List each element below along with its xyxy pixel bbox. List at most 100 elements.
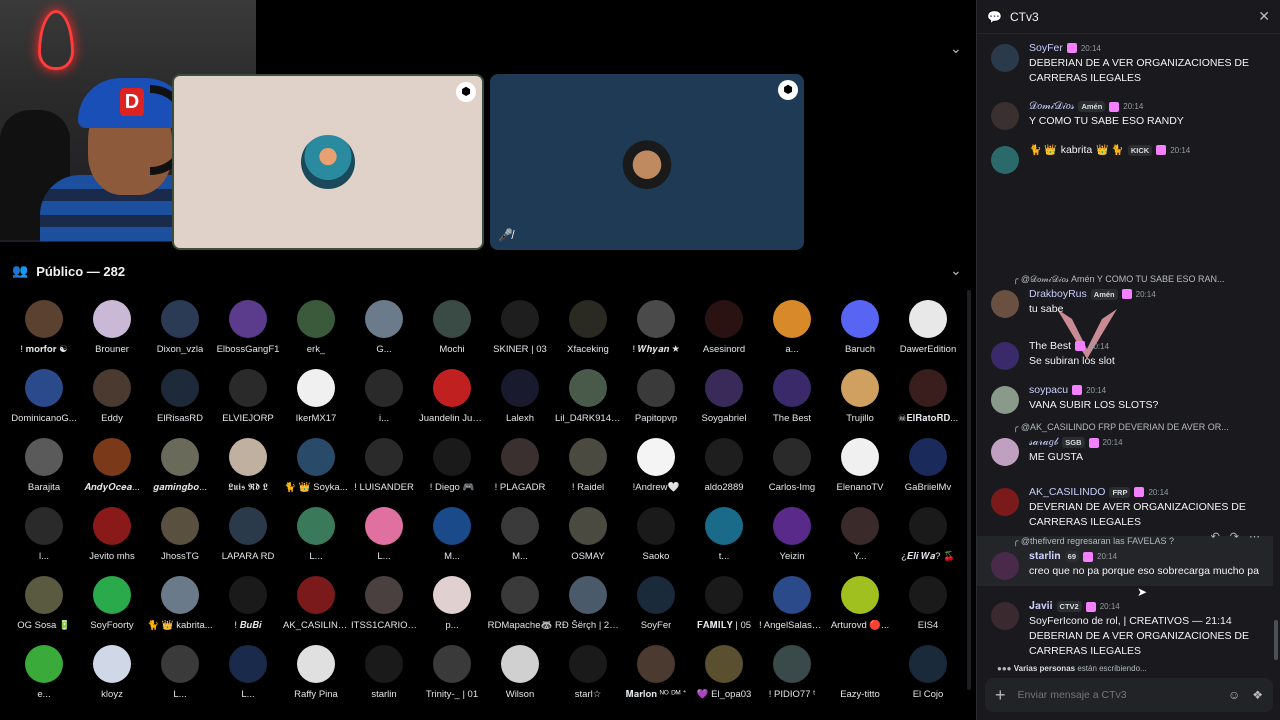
audience-member[interactable]: t... — [690, 507, 758, 572]
audience-member[interactable]: ! AngelSalasRD — [758, 576, 826, 641]
message-author[interactable]: The Best — [1029, 340, 1071, 352]
audience-member[interactable]: JhossTG — [146, 507, 214, 572]
audience-member[interactable]: DominicanoG... — [10, 369, 78, 434]
audience-member[interactable]: RDMapache🦝 — [486, 576, 554, 641]
audience-member[interactable]: El Cojo — [894, 645, 962, 710]
audience-member[interactable]: L... — [146, 645, 214, 710]
audience-member[interactable]: EIS4 — [894, 576, 962, 641]
audience-member[interactable]: OSMAY — [554, 507, 622, 572]
audience-member[interactable]: Wilson — [486, 645, 554, 710]
reply-icon[interactable]: ↶ — [1211, 530, 1220, 543]
emoji-icon[interactable]: ☺ — [1228, 688, 1240, 702]
audience-member[interactable]: G... — [350, 300, 418, 365]
audience-member[interactable]: i... — [350, 369, 418, 434]
reply-reference[interactable]: ╭ @𝒟𝑜𝓂𝒾𝒟𝒾𝑜𝓈 Amén Y COMO TU SABE ESO RAN.… — [1013, 274, 1259, 285]
message-author[interactable]: AK_CASILINDO — [1029, 486, 1105, 498]
audience-member[interactable]: Trujillo — [826, 369, 894, 434]
message-author[interactable]: DrakboyRus — [1029, 288, 1087, 300]
audience-member[interactable]: ! PLAGADR — [486, 438, 554, 503]
audience-member[interactable]: 𝐅𝐀𝐌𝐈𝐋𝐘 | 05 — [690, 576, 758, 641]
audience-member[interactable]: L... — [214, 645, 282, 710]
apps-icon[interactable]: ❖ — [1252, 688, 1263, 702]
avatar[interactable] — [991, 438, 1019, 466]
audience-member[interactable]: Barajita — [10, 438, 78, 503]
audience-member[interactable]: ! 𝑩𝒖𝑩𝒊 — [214, 576, 282, 641]
audience-member[interactable]: Eazy-titto — [826, 645, 894, 710]
chat-message[interactable]: SoyFer 20:14 DEBERIAN DE A VER ORGANIZACIO… — [977, 42, 1273, 92]
audience-member[interactable]: GaBriielMv — [894, 438, 962, 503]
audience-member[interactable]: The Best — [758, 369, 826, 434]
audience-member[interactable]: Dixon_vzla — [146, 300, 214, 365]
chat-message[interactable]: ╭ @thefiverd regresaran las FAVELAS ? 𝐬𝐭𝐚… — [977, 536, 1273, 586]
message-author[interactable]: 𝐬𝐭𝐚𝐫𝐥𝐢𝐧 — [1029, 550, 1061, 563]
audience-member[interactable]: l... — [10, 507, 78, 572]
message-author[interactable]: 𝓈𝒶𝓇𝒶𝑔𝒷 — [1029, 436, 1058, 449]
scrollbar[interactable] — [967, 290, 971, 690]
audience-member[interactable]: ElbossGangF1 — [214, 300, 282, 365]
audience-member[interactable]: ITSS1CARIO O... — [350, 576, 418, 641]
audience-member[interactable]: LAPARA RD — [214, 507, 282, 572]
reply-reference[interactable]: ╭ @AK_CASILINDO FRP DEVERIAN DE AVER OR.… — [1013, 422, 1259, 433]
audience-member[interactable]: Jevito mhs — [78, 507, 146, 572]
audience-member[interactable]: Lil_D4RK914 ... — [554, 369, 622, 434]
speaker-tile[interactable]: ⬢ — [172, 74, 484, 250]
audience-member[interactable]: SoyFoorty — [78, 576, 146, 641]
audience-member[interactable]: Baruch — [826, 300, 894, 365]
audience-member[interactable]: 𝕷𝖚𝖎𝖘 𝕽𝖉 𝕷 — [214, 438, 282, 503]
avatar[interactable] — [991, 342, 1019, 370]
audience-member[interactable]: AK_CASILINDO — [282, 576, 350, 641]
scrollbar[interactable] — [1274, 620, 1278, 660]
audience-member[interactable]: !Andrew🤍 — [622, 438, 690, 503]
message-author[interactable]: SoyFer — [1029, 42, 1063, 54]
audience-member[interactable]: 𝐌𝐚𝐫𝐥𝐨𝐧 ᴺᴼ ᴰᴹ ⁺ — [622, 645, 690, 710]
chat-message[interactable]: 𝐉𝐚𝐯𝐢𝐢 CTV2 20:14 SoyFerIcono de rol, | CREA… — [977, 600, 1273, 664]
audience-member[interactable]: L... — [282, 507, 350, 572]
audience-member[interactable]: kloyz — [78, 645, 146, 710]
avatar[interactable] — [991, 552, 1019, 580]
chevron-down-icon[interactable]: ⌄ — [950, 262, 962, 279]
audience-member[interactable]: ☠𝐄𝐥𝐑𝐚𝐭𝐨𝐑𝐃... — [894, 369, 962, 434]
audience-member[interactable]: erk_ — [282, 300, 350, 365]
audience-member[interactable]: Lalexh — [486, 369, 554, 434]
audience-member[interactable]: SoyFer — [622, 576, 690, 641]
audience-member[interactable]: 🐈 👑 kabrita... — [146, 576, 214, 641]
audience-member[interactable]: L... — [350, 507, 418, 572]
audience-member[interactable]: Brouner — [78, 300, 146, 365]
audience-member[interactable]: 🐈 👑 Soyka... — [282, 438, 350, 503]
audience-member[interactable]: ! Raidel — [554, 438, 622, 503]
audience-header[interactable]: 👥 Público — 282 — [12, 263, 125, 279]
audience-member[interactable]: aldo2889 — [690, 438, 758, 503]
audience-member[interactable]: starl☆ — [554, 645, 622, 710]
message-author[interactable]: kabrita — [1061, 144, 1093, 156]
audience-member[interactable]: IkerMX17 — [282, 369, 350, 434]
audience-member[interactable]: Saoko — [622, 507, 690, 572]
audience-member[interactable]: ! Diego 🎮 — [418, 438, 486, 503]
avatar[interactable] — [991, 602, 1019, 630]
audience-member[interactable]: SKINER | 03 — [486, 300, 554, 365]
audience-member[interactable]: Y... — [826, 507, 894, 572]
audience-member[interactable]: Eddy — [78, 369, 146, 434]
audience-member[interactable]: Juandelin Jue... — [418, 369, 486, 434]
chat-message[interactable]: 🐈 👑 kabrita 👑 🐈 KICK 20:14 — [977, 144, 1273, 359]
audience-member[interactable]: 𝑨𝒏𝒅𝒚𝑶𝒄𝒆𝒂... — [78, 438, 146, 503]
audience-member[interactable]: a... — [758, 300, 826, 365]
audience-member[interactable]: ElRisasRD — [146, 369, 214, 434]
audience-member[interactable]: Carlos-Img — [758, 438, 826, 503]
audience-member[interactable]: 𝒈𝒂𝒎𝒊𝒏𝒈𝒃𝒐... — [146, 438, 214, 503]
chat-message[interactable]: AK_CASILINDO FRP 20:14 DEVERIAN DE AVER ORG… — [977, 486, 1273, 536]
chat-message[interactable]: ╭ @𝒟𝑜𝓂𝒾𝒟𝒾𝑜𝓈 Amén Y COMO TU SABE ESO RAN.… — [977, 274, 1273, 324]
message-input[interactable] — [1017, 689, 1216, 701]
chat-message[interactable]: ╭ @AK_CASILINDO FRP DEVERIAN DE AVER OR.… — [977, 422, 1273, 472]
audience-member[interactable]: Asesinord — [690, 300, 758, 365]
avatar[interactable] — [991, 290, 1019, 318]
avatar[interactable] — [991, 386, 1019, 414]
audience-member[interactable]: p... — [418, 576, 486, 641]
avatar[interactable] — [991, 146, 1019, 174]
audience-member[interactable]: Yeizin — [758, 507, 826, 572]
audience-member[interactable]: ! LUISANDER — [350, 438, 418, 503]
speaker-tile[interactable]: ⬢ 🎤̸ — [490, 74, 804, 250]
audience-member[interactable]: M... — [486, 507, 554, 572]
more-icon[interactable]: ⋯ — [1249, 530, 1260, 543]
audience-member[interactable]: ElenanoTV — [826, 438, 894, 503]
audience-member[interactable]: Raffy Pina — [282, 645, 350, 710]
